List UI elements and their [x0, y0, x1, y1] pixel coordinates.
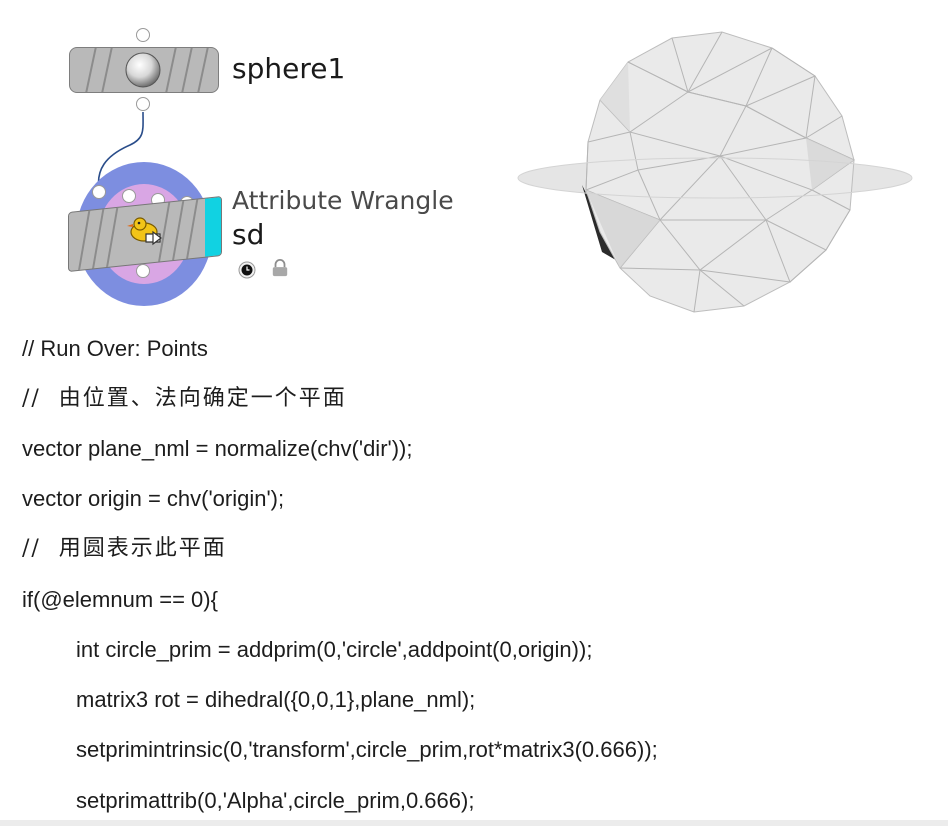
clock-icon[interactable] — [238, 261, 256, 279]
sphere-input-port[interactable] — [136, 28, 150, 42]
code-line-1: // Run Over: Points — [22, 336, 208, 361]
code-line-7: int circle_prim = addprim(0,'circle',add… — [76, 637, 593, 662]
viewport-render[interactable] — [510, 20, 930, 320]
code-line-2: // 由位置、法向确定一个平面 — [22, 386, 347, 411]
node-graph: sphere1 Attribute Wrangle sd — [0, 0, 480, 320]
code-line-4: vector origin = chv('origin'); — [22, 486, 285, 511]
sphere-output-port[interactable] — [136, 97, 150, 111]
bottom-divider — [0, 820, 948, 826]
wrangle-node-name: sd — [232, 218, 265, 251]
code-line-5: // 用圆表示此平面 — [22, 536, 227, 561]
sphere-icon — [125, 52, 161, 88]
lock-icon[interactable] — [271, 259, 289, 277]
code-line-8: matrix3 rot = dihedral({0,0,1},plane_nml… — [76, 687, 476, 712]
code-line-9: setprimintrinsic(0,'transform',circle_pr… — [76, 737, 658, 762]
wrangle-duck-icon — [127, 217, 162, 246]
wrangle-input-port-1[interactable] — [92, 185, 106, 199]
wrangle-input-port-2[interactable] — [122, 189, 136, 203]
code-line-10: setprimattrib(0,'Alpha',circle_prim,0.66… — [76, 788, 475, 813]
code-line-6: if(@elemnum == 0){ — [22, 587, 218, 612]
sphere-node-name: sphere1 — [232, 52, 346, 85]
wrangle-output-port[interactable] — [136, 264, 150, 278]
code-line-3: vector plane_nml = normalize(chv('dir'))… — [22, 436, 413, 461]
wrangle-node-type: Attribute Wrangle — [232, 186, 454, 215]
